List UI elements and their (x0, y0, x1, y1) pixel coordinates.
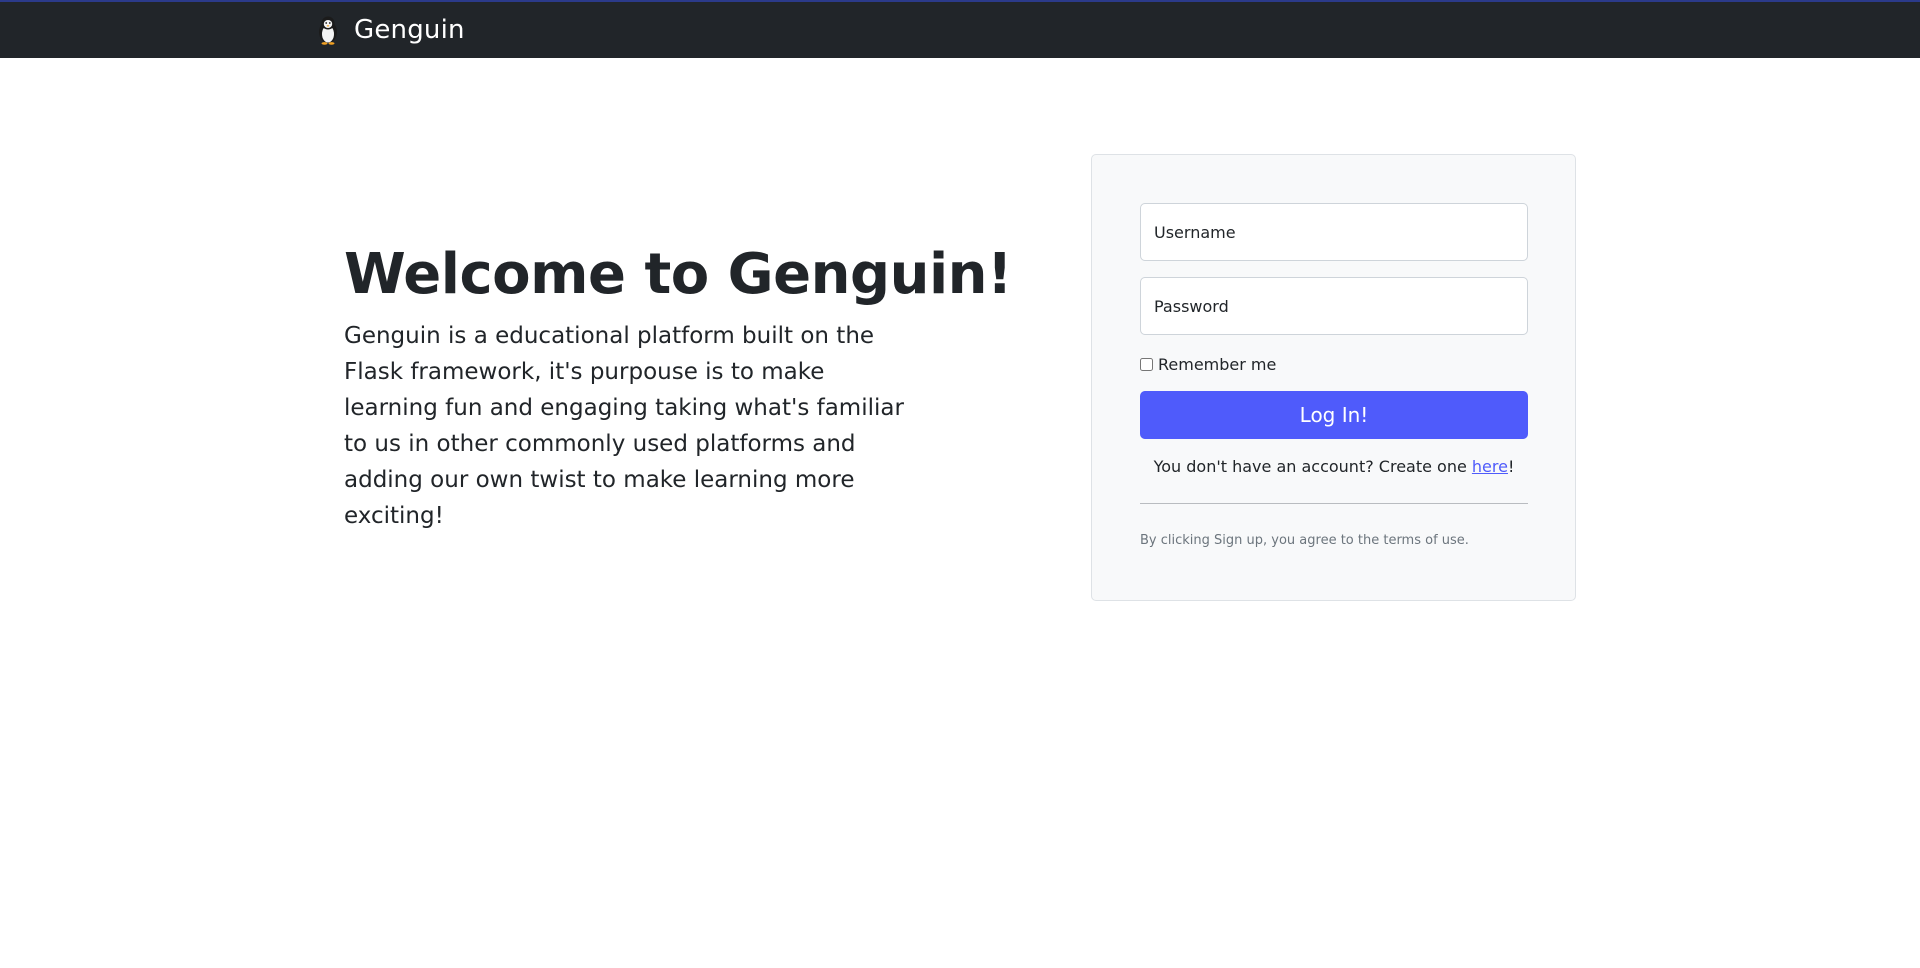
login-button[interactable]: Log In! (1140, 391, 1528, 439)
welcome-section: Welcome to Genguin! Genguin is a educati… (344, 240, 1013, 534)
username-input[interactable] (1140, 203, 1528, 261)
signup-link[interactable]: here (1472, 457, 1508, 476)
penguin-icon (319, 16, 337, 45)
brand-link[interactable]: Genguin (316, 13, 465, 47)
form-divider (1140, 503, 1528, 504)
remember-me[interactable]: Remember me (1140, 355, 1276, 374)
remember-me-checkbox[interactable] (1140, 358, 1153, 371)
top-navbar: Genguin (0, 0, 1920, 58)
terms-notice: By clicking Sign up, you agree to the te… (1140, 533, 1469, 548)
signup-prompt-suffix: ! (1507, 457, 1515, 476)
page-title: Welcome to Genguin! (344, 242, 1013, 307)
login-card: Remember me Log In! You don't have an ac… (1091, 154, 1576, 601)
signup-prompt-text: You don't have an account? Create one (1153, 457, 1472, 476)
platform-description: Genguin is a educational platform built … (344, 323, 904, 529)
signup-prompt: You don't have an account? Create one he… (1140, 457, 1528, 476)
password-input[interactable] (1140, 277, 1528, 335)
remember-me-label: Remember me (1158, 355, 1277, 374)
brand-name: Genguin (354, 15, 465, 45)
